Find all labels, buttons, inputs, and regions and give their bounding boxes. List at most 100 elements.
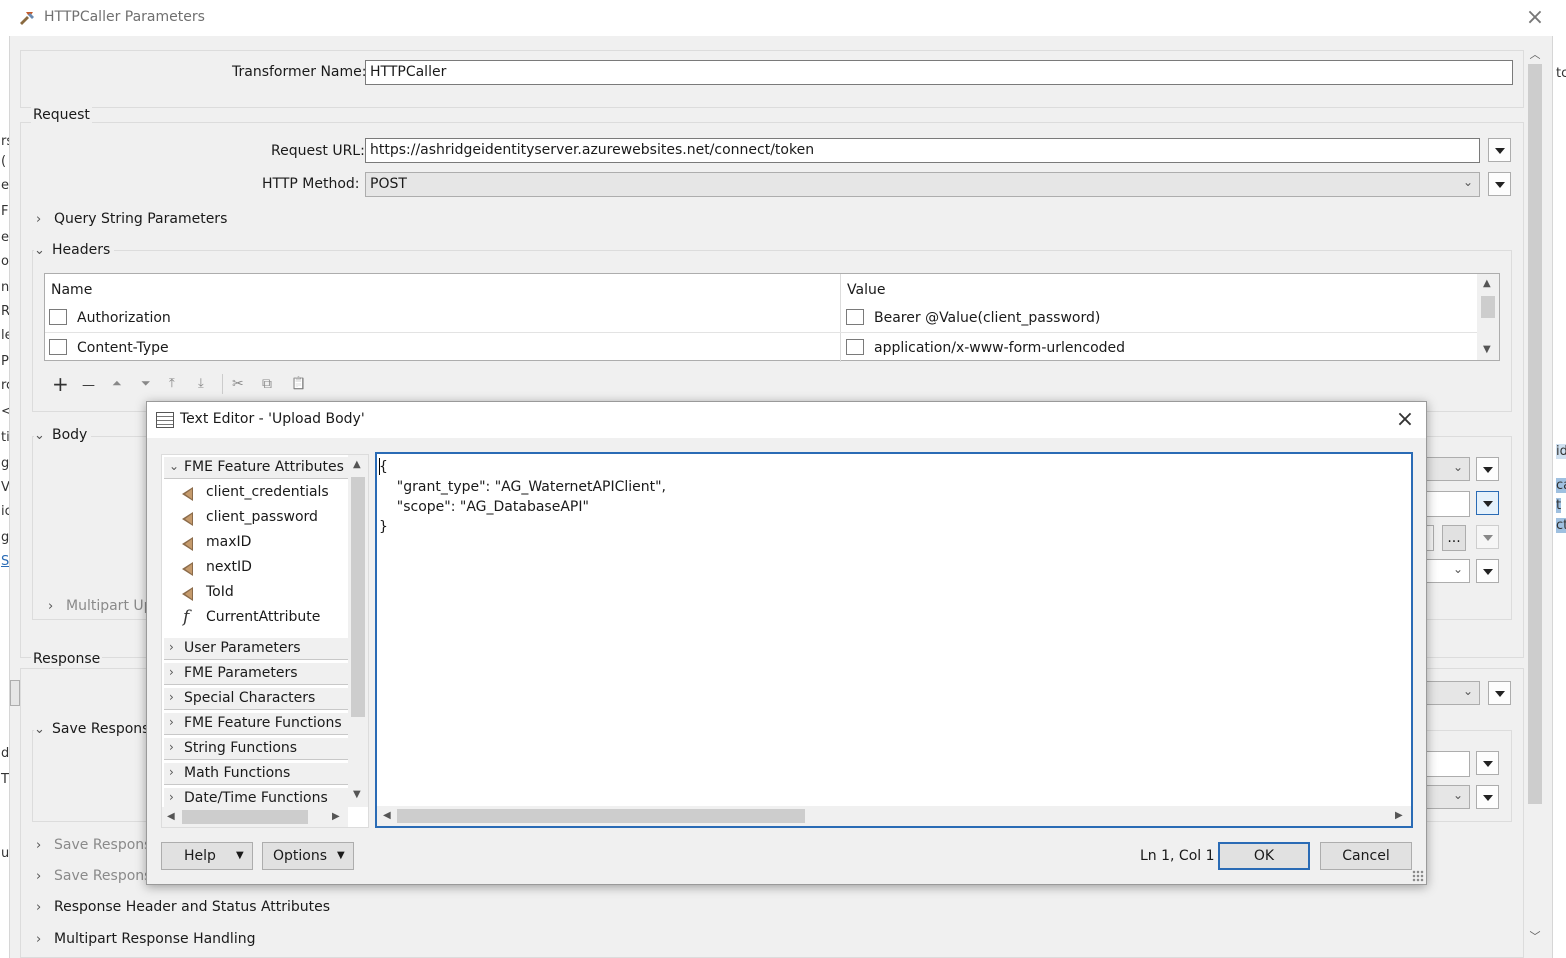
save-response-input[interactable]	[1426, 751, 1470, 777]
scroll-thumb[interactable]	[397, 809, 805, 823]
paste-icon[interactable]: 📋	[291, 376, 306, 390]
tree-item-attribute[interactable]: ToId	[180, 582, 364, 604]
transformer-name-input[interactable]: HTTPCaller	[365, 60, 1513, 85]
scroll-up-icon[interactable]: ▲	[353, 459, 361, 470]
upload-file-input[interactable]	[1426, 525, 1434, 551]
table-row[interactable]: Authorization	[49, 309, 171, 326]
move-up-icon[interactable]: ⏶	[112, 376, 122, 391]
query-string-label: Query String Parameters	[54, 211, 228, 227]
attribute-icon	[182, 562, 193, 576]
row-divider	[45, 332, 1477, 333]
tree-item-function[interactable]: f CurrentAttribute	[180, 607, 364, 629]
upload-body-input[interactable]	[1426, 491, 1470, 517]
scroll-thumb[interactable]	[1528, 64, 1542, 804]
editor-horizontal-scrollbar[interactable]: ◀ ▶	[377, 806, 1411, 826]
scroll-thumb[interactable]	[1481, 296, 1495, 318]
chevron-right-icon: ›	[169, 690, 174, 704]
column-divider	[840, 274, 841, 362]
canvas-text: ti	[1, 430, 10, 445]
save-response-section[interactable]: ⌄ Save Respons	[34, 721, 154, 737]
tree-category-special-characters[interactable]: › Special Characters	[164, 688, 348, 710]
dialog-close-icon[interactable]: ×	[1391, 406, 1419, 434]
canvas-text: g	[1, 530, 10, 545]
chevron-down-icon: ⌄	[1452, 562, 1463, 576]
response-select[interactable]: ⌄	[1426, 681, 1480, 705]
scroll-down-icon[interactable]: ▼	[353, 789, 361, 800]
request-url-menu-button[interactable]	[1488, 138, 1511, 162]
response-header-status-section[interactable]: › Response Header and Status Attributes	[36, 899, 330, 915]
canvas-link[interactable]: S	[1, 554, 9, 569]
ellipsis-button[interactable]: ...	[1442, 525, 1466, 551]
save-response-section-2[interactable]: › Save Respons	[36, 837, 151, 853]
tree-category-fme-parameters[interactable]: › FME Parameters	[164, 663, 348, 685]
scroll-up-icon[interactable]: ▲	[1483, 278, 1491, 289]
http-method-select[interactable]: POST ⌄	[365, 172, 1480, 197]
tree-category-user-parameters[interactable]: › User Parameters	[164, 638, 348, 660]
tree-category-fme-feature-functions[interactable]: › FME Feature Functions	[164, 713, 348, 735]
upload-body-menu-button[interactable]	[1476, 491, 1499, 515]
scroll-thumb[interactable]	[182, 810, 308, 824]
chevron-right-icon: ›	[169, 665, 174, 679]
body-section[interactable]: ⌄ Body	[34, 427, 92, 443]
editor-content[interactable]: { "grant_type": "AG_WaternetAPIClient", …	[379, 457, 666, 537]
query-string-section[interactable]: › Query String Parameters	[36, 211, 227, 227]
tree-item-attribute[interactable]: client_credentials	[180, 482, 364, 504]
resize-grip-icon[interactable]	[1412, 870, 1424, 882]
tree-item-attribute[interactable]: nextID	[180, 557, 364, 579]
content-type-menu-button[interactable]	[1476, 559, 1499, 583]
table-cell[interactable]: application/x-www-form-urlencoded	[846, 339, 1125, 356]
response-section-title: Response	[31, 651, 103, 667]
save-response-encoding-menu-button[interactable]	[1476, 785, 1499, 809]
scroll-left-icon[interactable]: ◀	[167, 811, 175, 822]
save-response-section-3[interactable]: › Save Respons	[36, 868, 151, 884]
close-icon[interactable]: ×	[1520, 4, 1550, 32]
body-type-menu-button[interactable]	[1476, 457, 1499, 481]
help-button[interactable]: Help ▼	[161, 842, 253, 870]
headers-section[interactable]: ⌄ Headers	[34, 242, 115, 258]
table-row[interactable]: Content-Type	[49, 339, 169, 356]
options-button[interactable]: Options ▼	[262, 842, 354, 870]
multipart-upload-section[interactable]: › Multipart Up	[48, 598, 153, 614]
multipart-response-section[interactable]: › Multipart Response Handling	[36, 931, 255, 947]
request-url-input[interactable]: https://ashridgeidentityserver.azurewebs…	[365, 138, 1480, 163]
chevron-down-icon: ⌄	[34, 722, 45, 737]
move-down-icon[interactable]: ⏷	[141, 376, 151, 391]
scroll-left-icon[interactable]: ◀	[383, 810, 391, 821]
add-row-icon[interactable]: +	[52, 372, 69, 396]
canvas-text: <	[1, 404, 9, 419]
tree-item-attribute[interactable]: client_password	[180, 507, 364, 529]
attribute-icon	[182, 587, 193, 601]
save-response-menu-button[interactable]	[1476, 751, 1499, 775]
upload-file-menu-button[interactable]	[1476, 525, 1499, 549]
transformer-icon	[20, 12, 34, 25]
tree-vertical-scrollbar[interactable]: ▲ ▼	[348, 455, 368, 807]
move-top-icon[interactable]: ⤒	[169, 376, 175, 391]
response-menu-button[interactable]	[1488, 681, 1511, 705]
content-type-select[interactable]: ⌄	[1426, 559, 1470, 583]
move-bottom-icon[interactable]: ⤓	[198, 376, 204, 391]
table-cell[interactable]: Bearer @Value(client_password)	[846, 309, 1100, 326]
tree-item-attribute[interactable]: maxID	[180, 532, 364, 554]
headers-table-scrollbar[interactable]: ▲ ▼	[1477, 274, 1499, 360]
scroll-down-icon[interactable]: ▼	[1483, 344, 1491, 355]
scroll-thumb[interactable]	[351, 477, 365, 717]
chevron-right-icon: ›	[36, 900, 42, 915]
tree-category-string-functions[interactable]: › String Functions	[164, 738, 348, 760]
copy-icon[interactable]: ⧉	[262, 376, 272, 392]
ok-button[interactable]: OK	[1218, 842, 1310, 870]
remove-row-icon[interactable]: —	[82, 378, 95, 393]
body-text-editor[interactable]: { "grant_type": "AG_WaternetAPIClient", …	[375, 452, 1413, 828]
scroll-right-icon[interactable]: ▶	[332, 811, 340, 822]
cancel-button[interactable]: Cancel	[1320, 842, 1412, 870]
http-method-menu-button[interactable]	[1488, 172, 1511, 196]
scroll-up-icon[interactable]: ︿	[1527, 46, 1543, 62]
tree-category-fme-feature-attributes[interactable]: ⌄ FME Feature Attributes	[164, 457, 348, 479]
parameters-scrollbar[interactable]: ︿ ﹀	[1524, 44, 1546, 946]
tree-horizontal-scrollbar[interactable]: ◀ ▶	[162, 807, 348, 827]
save-response-encoding-select[interactable]: ⌄	[1426, 785, 1470, 809]
scroll-down-icon[interactable]: ﹀	[1527, 928, 1543, 944]
cut-icon[interactable]: ✂	[232, 376, 244, 392]
body-content-type-select[interactable]: ⌄	[1426, 457, 1470, 481]
tree-category-math-functions[interactable]: › Math Functions	[164, 763, 348, 785]
scroll-right-icon[interactable]: ▶	[1395, 810, 1403, 821]
